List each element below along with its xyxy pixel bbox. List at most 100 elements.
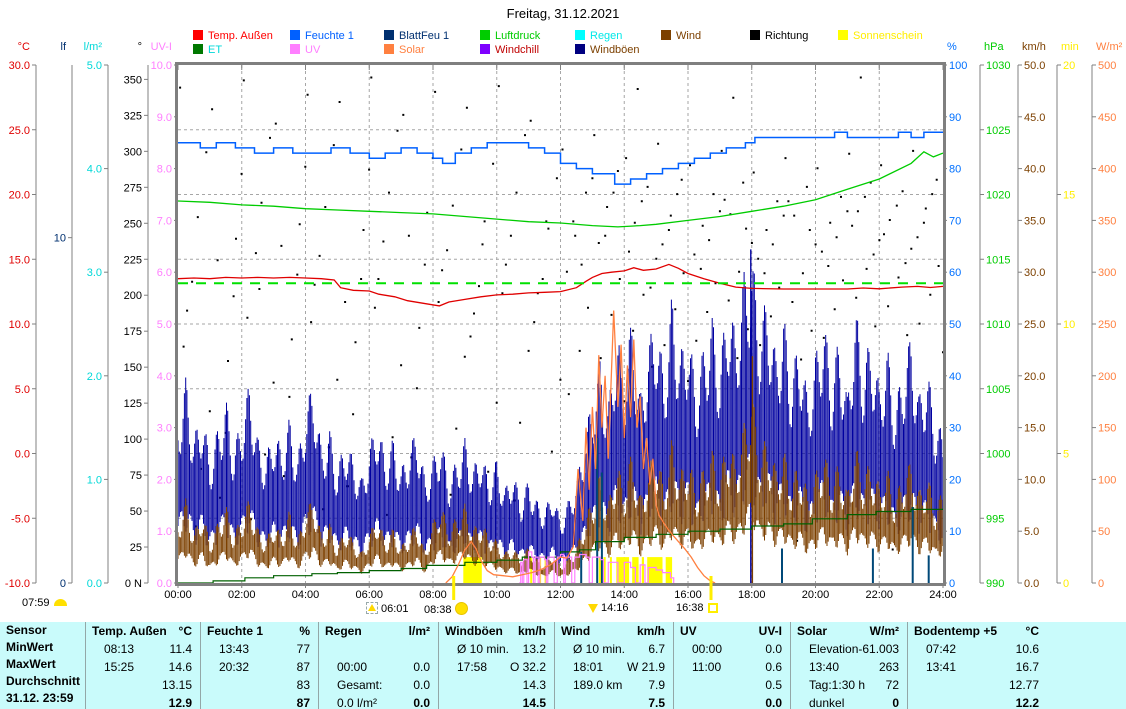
svg-text:3.0: 3.0 (157, 423, 172, 435)
svg-text:75: 75 (130, 470, 142, 482)
svg-text:25: 25 (130, 542, 142, 554)
stat-time: 18:01 (561, 659, 603, 676)
svg-text:10.0: 10.0 (151, 60, 172, 72)
stat-time (92, 677, 104, 694)
svg-text:20: 20 (949, 474, 961, 486)
axis-km/h (1018, 65, 1022, 583)
svg-text:0.0: 0.0 (87, 578, 102, 590)
astro-time: 16:38 (676, 602, 704, 614)
stat-time: 11:00 (680, 659, 721, 676)
legend-item-solar: Solar (384, 44, 425, 56)
stat-time: 08:13 (92, 641, 134, 658)
axis-l/m² (104, 65, 108, 583)
stat-value: 0.6 (765, 659, 782, 676)
stat-value: 0.0 (413, 695, 430, 709)
svg-text:1010: 1010 (986, 319, 1010, 331)
stat-time (207, 695, 219, 709)
sensor-name: UV (680, 623, 697, 640)
svg-text:250: 250 (1098, 319, 1116, 331)
svg-text:%: % (947, 41, 957, 53)
stat-value: 14.6 (169, 659, 192, 676)
axis-° (144, 65, 148, 583)
legend-item-richtung: Richtung (750, 30, 808, 42)
svg-text:10: 10 (54, 233, 66, 245)
stat-value: 12.9 (169, 695, 192, 709)
svg-text:06:00: 06:00 (355, 589, 383, 601)
stat-time: Gesamt: (325, 677, 382, 694)
svg-text:150: 150 (1098, 423, 1116, 435)
stat-time: 00:00 (325, 659, 367, 676)
svg-text:08:00: 08:00 (419, 589, 447, 601)
stat-time (680, 695, 692, 709)
astro-marker-arrow-down: 14:16 (588, 602, 629, 615)
svg-text:45.0: 45.0 (1024, 112, 1045, 124)
svg-text:200: 200 (1098, 371, 1116, 383)
svg-text:18:00: 18:00 (738, 589, 766, 601)
svg-text:30.0: 30.0 (1024, 267, 1045, 279)
stat-value: 0.0 (765, 641, 782, 658)
svg-text:40: 40 (949, 371, 961, 383)
svg-text:0: 0 (60, 578, 66, 590)
stat-time: 0.0 l/m² (325, 695, 377, 709)
astro-marker-square: 16:38 (676, 602, 718, 615)
page-title: Freitag, 31.12.2021 (0, 6, 1126, 21)
svg-text:10.0: 10.0 (1024, 474, 1045, 486)
legend-swatch (480, 30, 490, 40)
svg-text:24:00: 24:00 (929, 589, 957, 601)
legend-swatch (480, 44, 490, 54)
stats-column-bodentemp-5: Bodentemp +5°C07:4210.613:4116.712.7712.… (907, 622, 1047, 709)
svg-text:min: min (1061, 41, 1079, 53)
legend-label: Solar (399, 44, 425, 56)
svg-text:15.0: 15.0 (1024, 423, 1045, 435)
svg-text:8.0: 8.0 (157, 164, 172, 176)
stat-value: 0.0 (413, 659, 430, 676)
svg-text:1.0: 1.0 (87, 474, 102, 486)
legend-swatch (575, 30, 585, 40)
svg-text:5.0: 5.0 (15, 384, 30, 396)
svg-text:2.0: 2.0 (157, 474, 172, 486)
stats-row-label: Sensor (0, 622, 85, 639)
astro-time: 08:38 (424, 604, 452, 616)
astro-marker-moon-up: 06:01 (366, 602, 409, 616)
legend-item-luftdruck: Luftdruck (480, 30, 540, 42)
axis-W/m² (1092, 65, 1096, 583)
svg-text:60: 60 (949, 267, 961, 279)
stat-value: 14.3 (523, 677, 546, 694)
legend-item-blattfeu-1: BlattFeu 1 (384, 30, 449, 42)
svg-text:15: 15 (1063, 190, 1075, 202)
stat-value: 87 (297, 695, 310, 709)
svg-text:100: 100 (949, 60, 967, 72)
svg-text:10:00: 10:00 (483, 589, 511, 601)
stat-time: Ø 10 min. (561, 641, 625, 658)
stat-time: 20:32 (207, 659, 249, 676)
stat-time: Ø 10 min. (445, 641, 509, 658)
legend-item-windchill: Windchill (480, 44, 539, 56)
svg-text:02:00: 02:00 (228, 589, 256, 601)
svg-text:12:00: 12:00 (547, 589, 575, 601)
svg-text:°: ° (138, 41, 142, 53)
sensor-unit: km/h (518, 623, 546, 640)
stat-time: 13:43 (207, 641, 249, 658)
stat-value: 0 (892, 695, 899, 709)
svg-text:00:00: 00:00 (164, 589, 192, 601)
legend-label: Sonnenschein (853, 30, 923, 42)
svg-text:1005: 1005 (986, 384, 1010, 396)
stat-time (914, 677, 926, 694)
stats-row-label: MaxWert (0, 656, 85, 673)
stat-value: 263 (879, 659, 899, 676)
svg-text:4.0: 4.0 (87, 164, 102, 176)
stat-value: W 21.9 (627, 659, 665, 676)
svg-text:15.0: 15.0 (9, 254, 30, 266)
legend-item-wind: Wind (661, 30, 701, 42)
sensor-unit: °C (1026, 623, 1039, 640)
svg-text:995: 995 (986, 513, 1004, 525)
svg-text:80: 80 (949, 164, 961, 176)
sensor-name: Bodentemp +5 (914, 623, 997, 640)
svg-text:0.0: 0.0 (15, 449, 30, 461)
axis-lf (68, 65, 72, 583)
svg-text:990: 990 (986, 578, 1004, 590)
legend-swatch (290, 44, 300, 54)
svg-text:100: 100 (1098, 474, 1116, 486)
stat-time: 17:58 (445, 659, 487, 676)
legend-swatch (193, 30, 203, 40)
